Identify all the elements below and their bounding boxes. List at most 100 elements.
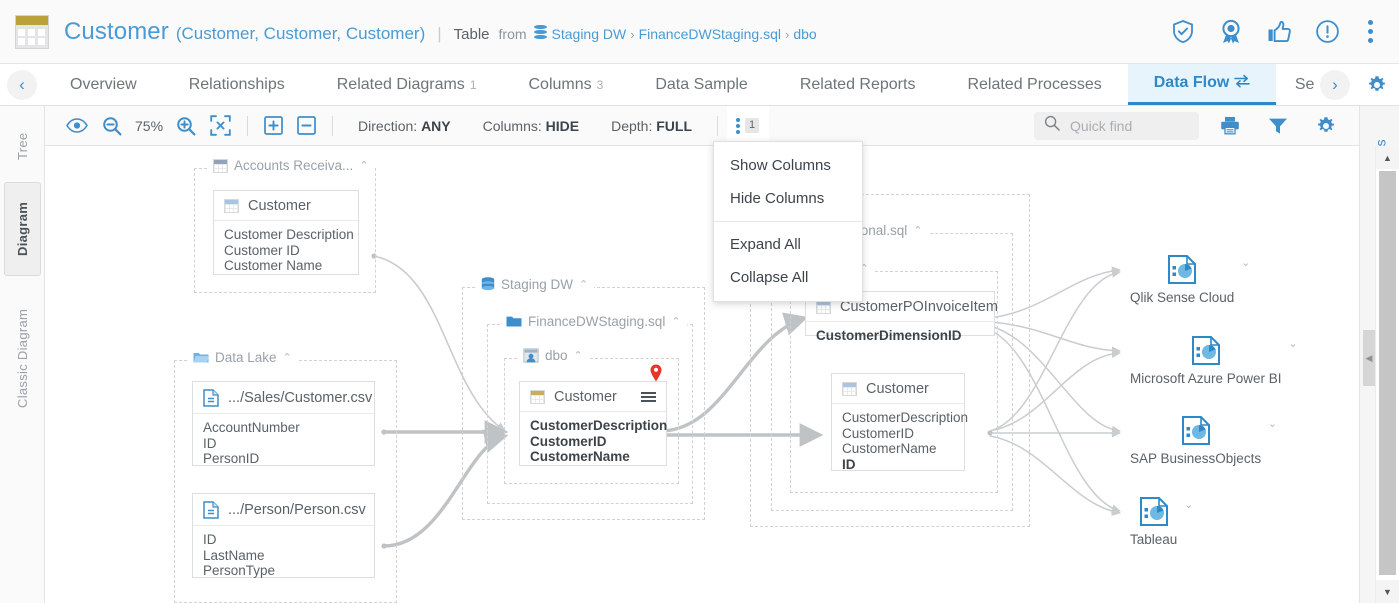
chevron-up-icon[interactable]: ⌃ [671,315,680,328]
warning-circle-icon[interactable] [1314,19,1340,45]
report-chart-icon [1191,335,1221,365]
tab-related-reports[interactable]: Related Reports [774,64,942,105]
breadcrumb-item-2[interactable]: dbo [793,26,816,42]
menu-item-show-columns[interactable]: Show Columns [714,149,862,182]
table-icon [15,15,49,49]
header-actions [1170,19,1399,45]
tabs-scroll-left[interactable]: ‹ [0,64,44,105]
menu-item-collapse-all[interactable]: Collapse All [714,261,862,294]
node-title: .../Sales/Customer.csv [228,390,372,406]
report-node-sap-businessobjects[interactable]: ⌄ SAP BusinessObjects [1130,415,1261,466]
chevron-up-icon[interactable]: ⌃ [574,349,583,362]
expand-node-icon[interactable] [257,111,290,141]
scrollbar-thumb[interactable] [1379,171,1396,575]
group-header[interactable]: Data Lake ⌃ [187,350,298,365]
node-ar-customer[interactable]: Customer Customer Description Customer I… [213,190,359,275]
node-sales-customer-csv[interactable]: .../Sales/Customer.csv AccountNumber ID … [192,381,375,466]
chevron-up-icon[interactable]: ⌃ [913,224,922,237]
group-staging-dw[interactable]: Staging DW ⌃ FinanceDWStaging.sql ⌃ [462,287,705,520]
gear-icon[interactable] [1309,111,1343,141]
breadcrumb-sep-0: › [630,27,634,42]
tab-relationships[interactable]: Relationships [163,64,311,105]
tab-related-processes[interactable]: Related Processes [941,64,1127,105]
quick-find-box[interactable] [1034,112,1199,140]
tabs-scroll-right[interactable]: › [1315,64,1355,105]
tab-data-sample[interactable]: Data Sample [629,64,774,105]
column-item: ID [203,436,364,452]
column-item: CustomerName [842,441,954,457]
award-badge-icon[interactable] [1218,19,1244,45]
column-item: Customer Name [224,258,348,274]
group-accounts-receivable[interactable]: Accounts Receiva... ⌃ Customer [194,168,376,293]
group-header[interactable]: Accounts Receiva... ⌃ [207,158,375,173]
group-dbo-dw[interactable]: dbo ⌃ [790,271,998,493]
breadcrumb-item-0[interactable]: Staging DW [552,26,627,42]
chevron-up-icon[interactable]: ⌃ [359,159,368,172]
depth-control[interactable]: Depth: FULL [611,118,692,134]
chevron-right-icon[interactable]: › [1320,70,1350,100]
breadcrumb-item-1[interactable]: FinanceDWStaging.sql [639,26,781,42]
report-node-label: Microsoft Azure Power BI [1130,371,1282,386]
table-icon [224,199,239,213]
node-dw-customer[interactable]: Customer CustomerDescription CustomerID … [831,373,965,471]
report-node-microsoft-azure-power-bi[interactable]: ⌄ Microsoft Azure Power BI [1130,335,1282,386]
tab-data-flow[interactable]: Data Flow [1128,64,1277,105]
diagram-options-button[interactable]: 1 [727,106,769,146]
shield-check-icon[interactable] [1170,19,1196,45]
group-header[interactable]: dbo ⌃ [517,348,589,363]
zoom-out-icon[interactable] [95,111,129,141]
diagram-canvas[interactable]: Accounts Receiva... ⌃ Customer [45,146,1335,603]
tab-bar: ‹ Overview Relationships Related Diagram… [0,64,1399,106]
node-staging-customer[interactable]: Customer CustomerDescription CustomerID … [519,381,667,466]
table-gold-icon [530,390,545,404]
zoom-in-icon[interactable] [169,111,203,141]
thumbs-up-icon[interactable] [1266,19,1292,45]
scroll-down-arrow[interactable]: ▼ [1376,580,1399,603]
group-header[interactable]: Staging DW ⌃ [475,277,594,292]
chevron-down-icon[interactable]: ⌄ [1268,417,1277,430]
tab-overview[interactable]: Overview [44,64,163,105]
columns-control[interactable]: Columns: HIDE [483,118,579,134]
chevron-up-icon[interactable]: ⌃ [579,278,588,291]
columns-value: HIDE [546,118,579,134]
sidebar-item-tree[interactable]: Tree [4,118,41,174]
group-data-lake[interactable]: Data Lake ⌃ .../Sales/Customer.csv Accou… [174,360,397,603]
depth-value: FULL [656,118,692,134]
print-icon[interactable] [1213,111,1247,141]
canvas-scrollbar[interactable]: ▲ ▼ [1375,146,1399,603]
diagram-toolbar: 75% Direction: ANY Columns: HIDE Depth: … [45,106,1359,146]
tab-related-diagrams[interactable]: Related Diagrams 1 [311,64,503,105]
chevron-down-icon[interactable]: ⌄ [1184,498,1193,511]
node-columns: CustomerDescription CustomerID CustomerN… [520,412,666,473]
chevron-down-icon[interactable]: ⌄ [1288,337,1297,350]
column-item: CustomerName [530,449,656,465]
menu-item-expand-all[interactable]: Expand All [714,228,862,261]
chevron-up-icon[interactable]: ⌃ [283,351,292,364]
group-header[interactable]: FinanceDWStaging.sql ⌃ [500,314,687,329]
sidebar-item-classic-diagram[interactable]: Classic Diagram [4,286,41,430]
tabs-settings-button[interactable] [1355,64,1399,105]
direction-control[interactable]: Direction: ANY [358,118,451,134]
collapse-node-icon[interactable] [290,111,323,141]
panel-collapse-handle[interactable]: ◀ [1363,330,1375,386]
menu-item-hide-columns[interactable]: Hide Columns [714,182,862,215]
tab-columns[interactable]: Columns 3 [503,64,630,105]
group-dbo-staging[interactable]: dbo ⌃ [504,358,679,484]
tab-security[interactable]: Se [1276,64,1315,105]
report-node-tableau[interactable]: ⌄ Tableau [1130,496,1177,547]
sidebar-item-diagram[interactable]: Diagram [4,182,41,276]
chevron-down-icon[interactable]: ⌄ [1241,256,1250,269]
group-financedwstaging-sql[interactable]: FinanceDWStaging.sql ⌃ dbo ⌃ [487,324,693,504]
fit-to-screen-icon[interactable] [203,111,238,141]
search-input[interactable] [1068,117,1184,135]
report-node-qlik-sense-cloud[interactable]: ⌄ Qlik Sense Cloud [1130,254,1234,305]
eye-icon[interactable] [59,111,95,141]
menu-divider [714,221,862,222]
filter-icon[interactable] [1261,111,1295,141]
diagram-options-menu[interactable]: Show Columns Hide Columns Expand All Col… [713,141,863,302]
hamburger-icon[interactable] [641,392,656,402]
node-person-csv[interactable]: .../Person/Person.csv ID LastName Person… [192,493,375,578]
chevron-left-icon[interactable]: ‹ [7,70,37,100]
scroll-up-arrow[interactable]: ▲ [1376,146,1399,169]
more-vertical-icon[interactable] [1362,20,1379,43]
